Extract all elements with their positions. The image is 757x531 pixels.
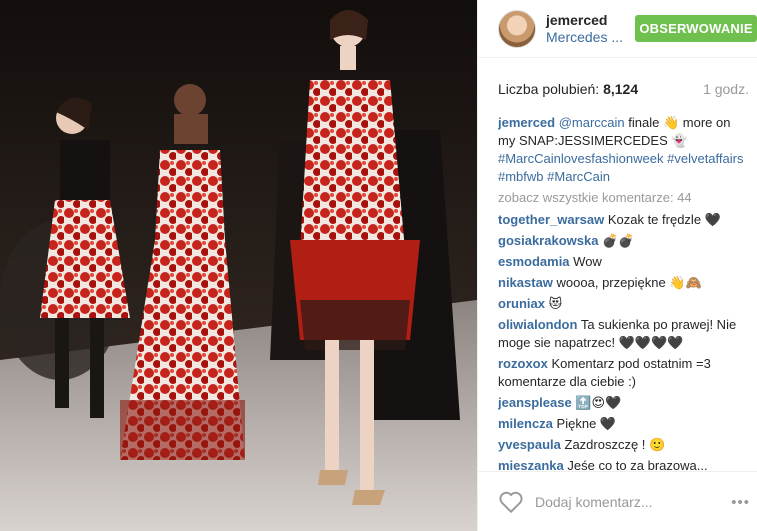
comment-text: woooa, przepiękne 👋🙈: [556, 275, 702, 290]
avatar[interactable]: [498, 9, 536, 48]
user-info: jemerced Mercedes ...: [546, 12, 626, 46]
likes-count[interactable]: Liczba polubień: 8,124: [498, 81, 638, 97]
post-side-panel: jemerced Mercedes ... OBSERWOWANIE Liczb…: [477, 0, 757, 531]
comment-username[interactable]: rozoxox: [498, 356, 548, 371]
comment: oliwialondon Ta sukienka po prawej! Nie …: [498, 316, 750, 352]
post-header: jemerced Mercedes ... OBSERWOWANIE: [478, 0, 757, 58]
username-link[interactable]: jemerced: [546, 12, 626, 29]
caption: jemerced @marccain finale 👋 more on my S…: [498, 114, 750, 186]
view-all-comments-link[interactable]: zobacz wszystkie komentarze: 44: [498, 189, 750, 207]
caption-hashtag[interactable]: #MarcCainlovesfashionweek: [498, 151, 663, 166]
caption-mention[interactable]: @marccain: [559, 115, 625, 130]
comment-text: 😻: [548, 296, 563, 311]
comment-username[interactable]: esmodamia: [498, 254, 570, 269]
comments-list[interactable]: jemerced @marccain finale 👋 more on my S…: [498, 114, 750, 470]
runway-photo-image: [0, 0, 477, 531]
comment-username[interactable]: nikastaw: [498, 275, 553, 290]
heart-icon[interactable]: [498, 490, 524, 514]
likes-label: Liczba polubień:: [498, 81, 600, 97]
caption-hashtag[interactable]: #MarcCain: [547, 169, 610, 184]
instagram-post: jemerced Mercedes ... OBSERWOWANIE Liczb…: [0, 0, 757, 531]
caption-hashtag[interactable]: #velvetaffairs: [667, 151, 743, 166]
comment-username[interactable]: mieszanka: [498, 458, 564, 470]
location-link[interactable]: Mercedes ...: [546, 29, 626, 46]
comment: esmodamia Wow: [498, 253, 750, 271]
comment-text: 💣💣: [602, 233, 635, 248]
likes-number: 8,124: [603, 81, 639, 97]
comment: nikastaw woooa, przepiękne 👋🙈: [498, 274, 750, 292]
caption-hashtag[interactable]: #mbfwb: [498, 169, 544, 184]
comment: milencza Piękne 🖤: [498, 415, 750, 433]
comment-username[interactable]: milencza: [498, 416, 553, 431]
comment-username[interactable]: together_warsaw: [498, 212, 604, 227]
comment-text: Jeśe co to za brązowa...: [567, 458, 708, 470]
comment: mieszanka Jeśe co to za brązowa...: [498, 457, 750, 470]
following-button[interactable]: OBSERWOWANIE: [635, 15, 757, 42]
comment-text: Zazdroszczę ! 🙂: [564, 437, 666, 452]
comment-text: Kozak te frędzle 🖤: [607, 212, 721, 227]
comment-username[interactable]: yvespaula: [498, 437, 561, 452]
post-photo[interactable]: [0, 0, 477, 531]
add-comment-input[interactable]: Dodaj komentarz...: [535, 494, 653, 510]
comment-footer: Dodaj komentarz... •••: [478, 471, 757, 531]
comment: gosiakrakowska 💣💣: [498, 232, 750, 250]
comment-text: 🔝😍🖤: [575, 395, 622, 410]
post-timestamp[interactable]: 1 godz.: [703, 81, 749, 97]
comment: jeansplease 🔝😍🖤: [498, 394, 750, 412]
comment-username[interactable]: gosiakrakowska: [498, 233, 598, 248]
comment-text: Piękne 🖤: [556, 416, 617, 431]
comment: rozoxox Komentarz pod ostatnim =3 koment…: [498, 355, 750, 391]
comment-username[interactable]: oliwialondon: [498, 317, 577, 332]
comment-username[interactable]: jeansplease: [498, 395, 572, 410]
comment: oruniax 😻: [498, 295, 750, 313]
comment-username[interactable]: oruniax: [498, 296, 545, 311]
comment: together_warsaw Kozak te frędzle 🖤: [498, 211, 750, 229]
caption-username[interactable]: jemerced: [498, 115, 555, 130]
comment: yvespaula Zazdroszczę ! 🙂: [498, 436, 750, 454]
likes-row: Liczba polubień: 8,124 1 godz.: [498, 78, 749, 100]
comment-text: Wow: [573, 254, 602, 269]
more-options-icon[interactable]: •••: [731, 494, 750, 511]
